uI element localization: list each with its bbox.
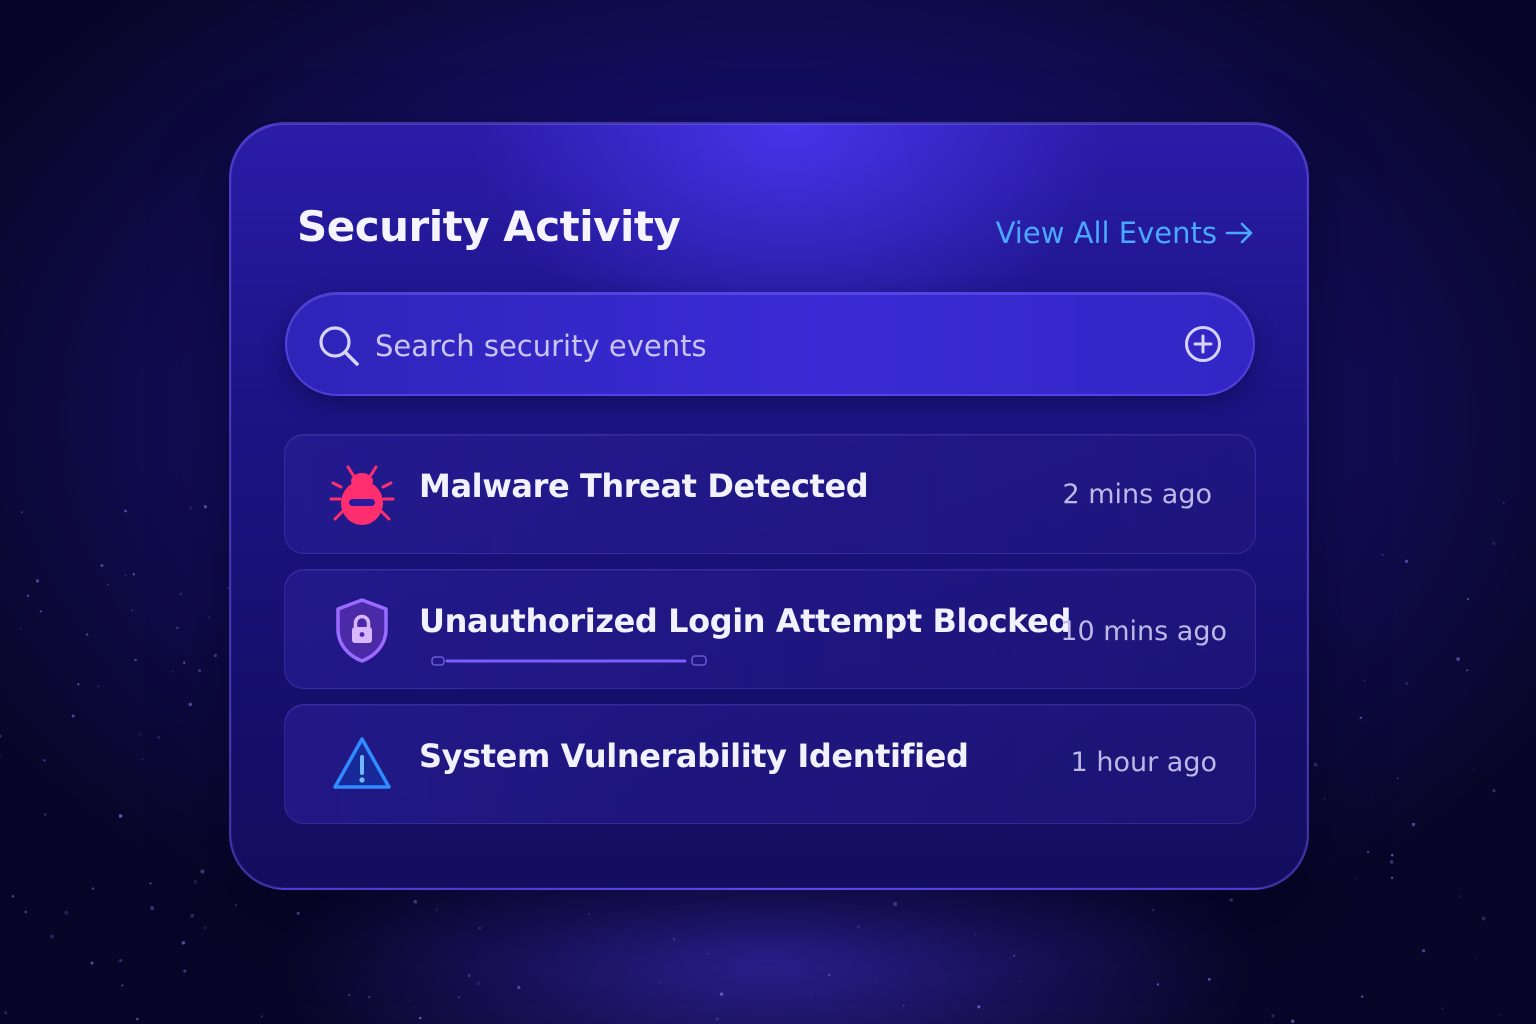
event-row-malware[interactable]: Malware Threat Detected 2 mins ago xyxy=(284,434,1256,554)
add-filter-icon[interactable] xyxy=(1183,324,1223,364)
event-row-vulnerability[interactable]: System Vulnerability Identified 1 hour a… xyxy=(284,704,1256,824)
event-row-unauthorized-login[interactable]: Unauthorized Login Attempt Blocked 10 mi… xyxy=(284,569,1256,689)
bug-icon xyxy=(329,465,395,525)
search-bar xyxy=(285,292,1255,396)
security-activity-panel: Security Activity View All Events Search… xyxy=(229,122,1309,890)
event-title: System Vulnerability Identified xyxy=(419,737,969,775)
view-all-events-link[interactable]: View All Events xyxy=(996,216,1255,250)
event-title: Unauthorized Login Attempt Blocked xyxy=(419,602,1071,640)
search-input[interactable] xyxy=(373,318,1157,374)
warning-triangle-icon xyxy=(333,737,391,789)
activity-progress-bar xyxy=(431,655,707,666)
search-icon xyxy=(319,326,359,366)
event-timestamp: 1 hour ago xyxy=(1070,747,1217,778)
panel-title: Security Activity xyxy=(297,202,681,251)
view-all-events-label: View All Events xyxy=(995,216,1217,250)
event-title: Malware Threat Detected xyxy=(419,467,869,505)
shield-lock-icon xyxy=(336,598,388,663)
event-timestamp: 10 mins ago xyxy=(1060,616,1227,647)
arrow-right-icon xyxy=(1225,222,1253,244)
event-list: Malware Threat Detected 2 mins ago Unaut… xyxy=(284,434,1256,839)
event-timestamp: 2 mins ago xyxy=(1062,479,1212,510)
